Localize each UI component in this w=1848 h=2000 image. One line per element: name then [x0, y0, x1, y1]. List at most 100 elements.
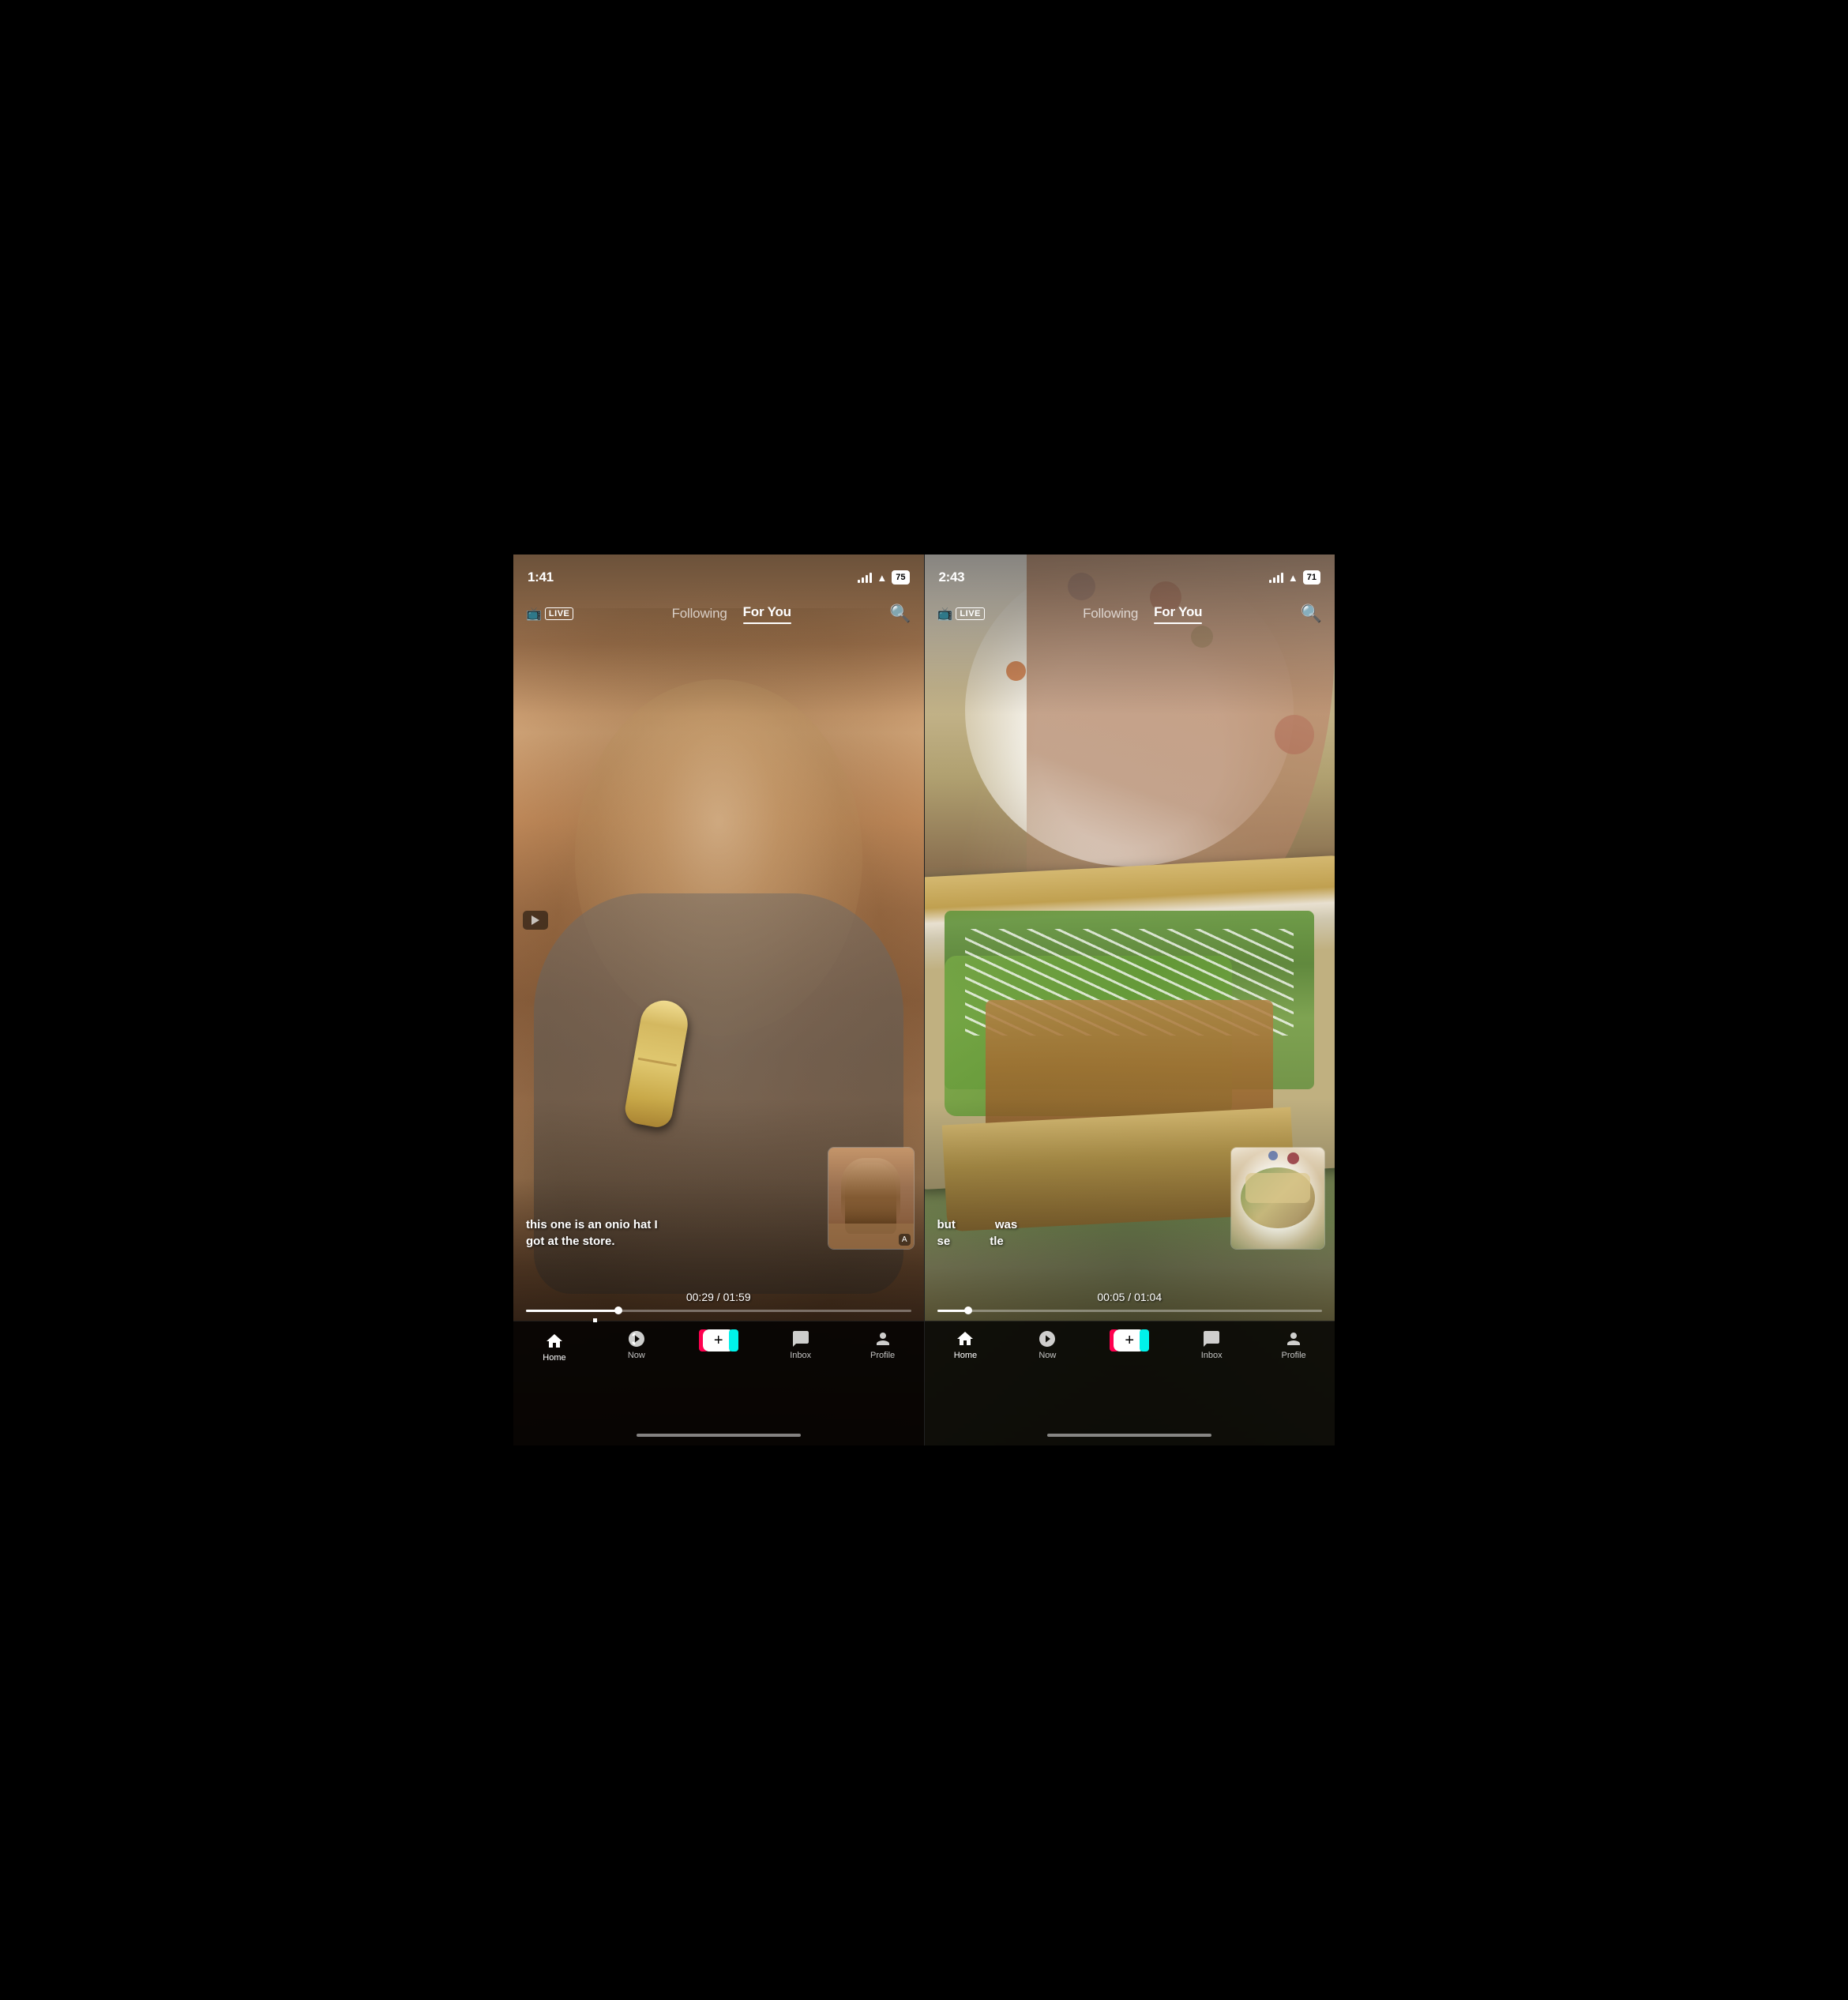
home-indicator-left [637, 1434, 801, 1437]
caption-line2: got at the store. [526, 1235, 615, 1248]
progress-separator-left: / [717, 1291, 723, 1303]
home-active-dot-left [593, 1318, 597, 1322]
caption-right-2: se [937, 1235, 951, 1248]
nav-now-left[interactable]: Now [595, 1329, 678, 1360]
profile-icon-right [1284, 1329, 1303, 1348]
foryou-tab-left[interactable]: For You [743, 604, 791, 624]
tv-icon-right: 📺 [937, 606, 953, 622]
live-badge-left[interactable]: 📺 LIVE [526, 606, 573, 622]
nav-inbox-label-left: Inbox [790, 1351, 811, 1360]
nav-plus-right[interactable]: + [1088, 1329, 1170, 1352]
wifi-icon-right: ▲ [1288, 572, 1298, 584]
plus-button-left[interactable]: + [703, 1329, 734, 1352]
nav-profile-label-right: Profile [1281, 1351, 1305, 1360]
signal-bar-4 [870, 573, 872, 583]
progress-container-right[interactable]: 00:05 / 01:04 [925, 1291, 1335, 1312]
caption-suffix: hat I [633, 1218, 658, 1231]
caption-right-tle: tle [990, 1235, 1004, 1248]
phone-right: but was se tle [925, 555, 1335, 1445]
progress-separator-right: / [1128, 1291, 1134, 1303]
caption-right-1: but [937, 1218, 956, 1231]
profile-icon-left [873, 1329, 892, 1348]
nav-home-label-left: Home [543, 1353, 565, 1363]
progress-fill-left [526, 1310, 618, 1312]
plus-symbol-right: + [1125, 1333, 1134, 1348]
nav-now-label-left: Now [628, 1351, 645, 1360]
now-icon-right [1038, 1329, 1057, 1348]
status-time-right: 2:43 [939, 570, 965, 585]
plus-btn-cyan-r [1140, 1329, 1149, 1352]
translate-icon: A [899, 1234, 911, 1246]
nav-home-left[interactable]: Home [513, 1329, 595, 1363]
inbox-icon-right [1202, 1329, 1221, 1348]
plus-button-right[interactable]: + [1114, 1329, 1145, 1352]
captions-left: this one is an onio hat I got at the sto… [526, 1216, 829, 1250]
nav-plus-left[interactable]: + [678, 1329, 760, 1352]
youtube-icon[interactable] [523, 911, 548, 930]
caption-line1: this one is an onio [526, 1218, 630, 1231]
captions-right: but was se tle [937, 1216, 1233, 1250]
bottom-nav-left: Home Now + [513, 1321, 924, 1445]
search-icon-right[interactable]: 🔍 [1301, 603, 1322, 624]
following-tab-left[interactable]: Following [672, 606, 727, 622]
home-icon-left [545, 1332, 564, 1351]
nav-profile-right[interactable]: Profile [1253, 1329, 1335, 1360]
progress-container-left[interactable]: 00:29 / 01:59 [513, 1291, 924, 1312]
status-bar-left: 1:41 ▲ 75 [513, 555, 924, 594]
caption-right-was: was [995, 1218, 1017, 1231]
nav-now-right[interactable]: Now [1006, 1329, 1088, 1360]
status-bar-right: 2:43 ▲ 71 [925, 555, 1335, 594]
signal-bar-3 [866, 575, 868, 583]
nav-inbox-label-right: Inbox [1201, 1351, 1223, 1360]
plus-btn-cyan [729, 1329, 738, 1352]
progress-total-left: 01:59 [723, 1291, 751, 1303]
progress-current-left: 00:29 [686, 1291, 714, 1303]
nav-header-left: 📺 LIVE Following For You 🔍 [513, 594, 924, 633]
progress-dot-left [614, 1306, 622, 1314]
status-icons-right: ▲ 71 [1269, 570, 1320, 585]
plus-symbol-left: + [714, 1333, 723, 1348]
signal-bar-1 [858, 580, 860, 583]
tab-underline-left [743, 622, 791, 624]
battery-left: 75 [892, 570, 909, 585]
thumbnail-preview-right[interactable] [1230, 1147, 1325, 1250]
nav-tabs-right: Following For You [1083, 604, 1202, 624]
nav-home-right[interactable]: Home [925, 1329, 1007, 1360]
foryou-tab-right[interactable]: For You [1154, 604, 1202, 624]
tab-underline-right [1154, 622, 1202, 624]
wifi-icon-left: ▲ [877, 572, 887, 584]
battery-right: 71 [1303, 570, 1320, 585]
inbox-icon-left [791, 1329, 810, 1348]
phone-left: this one is an onio hat I got at the sto… [513, 555, 925, 1445]
now-icon-left [627, 1329, 646, 1348]
nav-now-label-right: Now [1039, 1351, 1056, 1360]
live-badge-right[interactable]: 📺 LIVE [937, 606, 985, 622]
battery-value-left: 75 [896, 573, 905, 582]
nav-tabs-left: Following For You [672, 604, 791, 624]
nav-profile-label-left: Profile [870, 1351, 895, 1360]
progress-bar-right[interactable] [937, 1310, 1323, 1312]
home-indicator-right [1047, 1434, 1211, 1437]
status-icons-left: ▲ 75 [858, 570, 909, 585]
home-icon-right [956, 1329, 975, 1348]
progress-bar-left[interactable] [526, 1310, 911, 1312]
tv-icon-left: 📺 [526, 606, 542, 622]
live-label-left: LIVE [545, 607, 573, 620]
progress-current-right: 00:05 [1097, 1291, 1125, 1303]
nav-header-right: 📺 LIVE Following For You 🔍 [925, 594, 1335, 633]
signal-bar-2 [862, 577, 864, 583]
nav-inbox-left[interactable]: Inbox [760, 1329, 842, 1360]
following-tab-right[interactable]: Following [1083, 606, 1138, 622]
live-label-right: LIVE [956, 607, 984, 620]
nav-home-label-right: Home [954, 1351, 977, 1360]
bottom-nav-right: Home Now + [925, 1321, 1335, 1445]
progress-dot-right [964, 1306, 972, 1314]
signal-bars-left [858, 572, 872, 583]
thumbnail-preview-left[interactable]: A [828, 1147, 915, 1250]
battery-value-right: 71 [1307, 573, 1317, 582]
search-icon-left[interactable]: 🔍 [889, 603, 911, 624]
status-time-left: 1:41 [528, 570, 554, 585]
nav-profile-left[interactable]: Profile [842, 1329, 924, 1360]
nav-inbox-right[interactable]: Inbox [1170, 1329, 1253, 1360]
signal-bars-right [1269, 572, 1283, 583]
